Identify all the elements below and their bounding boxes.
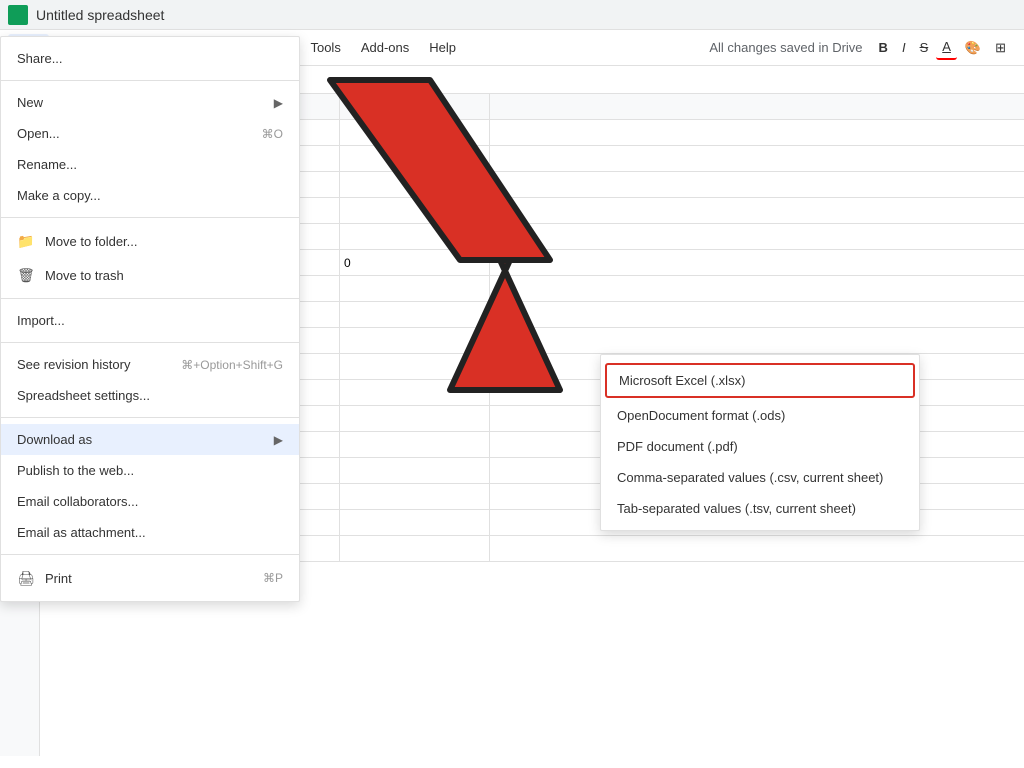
cell-f15[interactable]: [340, 484, 490, 509]
download-tsv[interactable]: Tab-separated values (.tsv, current shee…: [601, 493, 919, 524]
menu-publish[interactable]: Publish to the web...: [1, 455, 299, 486]
cell-f1[interactable]: [340, 120, 490, 145]
download-csv[interactable]: Comma-separated values (.csv, current sh…: [601, 462, 919, 493]
spreadsheet-title: Untitled spreadsheet: [36, 7, 1016, 23]
menu-download[interactable]: Download as ▶: [1, 424, 299, 455]
menu-make-copy[interactable]: Make a copy...: [1, 180, 299, 211]
cell-f11[interactable]: [340, 380, 490, 405]
menu-import[interactable]: Import...: [1, 305, 299, 336]
underline-button[interactable]: A: [936, 35, 957, 60]
cell-f5[interactable]: [340, 224, 490, 249]
italic-button[interactable]: I: [896, 36, 912, 59]
download-xlsx[interactable]: Microsoft Excel (.xlsx): [605, 363, 915, 398]
cell-f13[interactable]: [340, 432, 490, 457]
download-arrow-icon: ▶: [274, 433, 283, 447]
menu-open[interactable]: Open... ⌘O: [1, 118, 299, 149]
menu-email-collab[interactable]: Email collaborators...: [1, 486, 299, 517]
menu-help[interactable]: Help: [419, 34, 466, 61]
cell-f6[interactable]: 0: [340, 250, 490, 275]
save-status: All changes saved in Drive: [709, 40, 872, 55]
app-logo: [8, 5, 28, 25]
new-arrow-icon: ▶: [274, 96, 283, 110]
menu-settings[interactable]: Spreadsheet settings...: [1, 380, 299, 411]
cell-f16[interactable]: [340, 510, 490, 535]
fill-color-button[interactable]: 🎨: [959, 36, 987, 60]
cell-f9[interactable]: [340, 328, 490, 353]
trash-icon: 🗑: [17, 266, 35, 284]
menu-new[interactable]: New ▶: [1, 87, 299, 118]
menu-revision[interactable]: See revision history ⌘+Option+Shift+G: [1, 349, 299, 380]
separator-3: [1, 298, 299, 299]
cell-f17[interactable]: [340, 536, 490, 561]
menu-tools[interactable]: Tools: [300, 34, 350, 61]
separator-2: [1, 217, 299, 218]
cell-f2[interactable]: [340, 146, 490, 171]
app-container: Untitled spreadsheet File Edit View Inse…: [0, 0, 1024, 756]
file-dropdown: Share... New ▶ Open... ⌘O Rename... Make…: [0, 36, 300, 602]
cell-f7[interactable]: [340, 276, 490, 301]
menu-share[interactable]: Share...: [1, 43, 299, 74]
title-bar: Untitled spreadsheet: [0, 0, 1024, 30]
cell-f3[interactable]: [340, 172, 490, 197]
menu-rename[interactable]: Rename...: [1, 149, 299, 180]
menu-move-folder[interactable]: 📁 Move to folder...: [1, 224, 299, 258]
download-ods[interactable]: OpenDocument format (.ods): [601, 400, 919, 431]
cell-f8[interactable]: [340, 302, 490, 327]
download-pdf[interactable]: PDF document (.pdf): [601, 431, 919, 462]
menu-move-trash[interactable]: 🗑 Move to trash: [1, 258, 299, 292]
borders-button[interactable]: ⊞: [989, 36, 1012, 60]
menu-addons[interactable]: Add-ons: [351, 34, 419, 61]
folder-icon: 📁: [17, 232, 35, 250]
separator-4: [1, 342, 299, 343]
cell-f10[interactable]: [340, 354, 490, 379]
cell-f12[interactable]: [340, 406, 490, 431]
print-icon: 🖨: [17, 569, 35, 587]
strikethrough-button[interactable]: S: [914, 36, 935, 59]
download-submenu: Microsoft Excel (.xlsx) OpenDocument for…: [600, 354, 920, 531]
col-header-f[interactable]: F: [340, 94, 490, 119]
cell-f14[interactable]: [340, 458, 490, 483]
cell-f4[interactable]: [340, 198, 490, 223]
separator-5: [1, 417, 299, 418]
bold-button[interactable]: B: [873, 36, 894, 59]
menu-email-attach[interactable]: Email as attachment...: [1, 517, 299, 548]
menu-print[interactable]: 🖨 Print ⌘P: [1, 561, 299, 595]
separator-1: [1, 80, 299, 81]
separator-6: [1, 554, 299, 555]
